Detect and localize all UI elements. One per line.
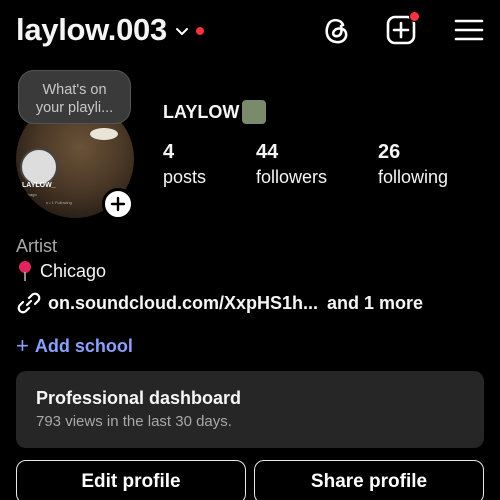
share-profile-button[interactable]: Share profile [254,460,484,500]
dashboard-subtitle: 793 views in the last 30 days. [36,413,232,430]
plus-icon: + [16,333,29,358]
note-text-line1: What's on [42,82,107,98]
account-switcher[interactable]: laylow.003 [16,12,204,48]
pin-icon [19,261,31,281]
add-school-button[interactable]: + Add school [16,333,133,359]
bio-link-text: on.soundcloud.com/XxpHS1h... [48,292,319,313]
stat-followers-count: 44 [256,141,279,163]
bio-link[interactable]: on.soundcloud.com/XxpHS1h... and 1 more [16,290,423,316]
avatar-inner-location: Chicago [22,192,37,197]
username: laylow.003 [16,12,167,47]
plus-icon [110,196,126,212]
bio-location: Chicago [16,260,106,282]
chevron-down-icon [175,28,188,35]
stat-following[interactable]: 26 following [378,141,448,188]
stat-following-count: 26 [378,141,401,163]
display-name: LAYLOW [163,100,267,124]
add-school-label: Add school [34,335,133,356]
menu-icon[interactable] [452,13,486,47]
create-notification-dot [409,11,420,22]
avatar-inner-following: s • 1 Following [46,200,72,205]
stat-posts[interactable]: 4 posts [163,141,206,188]
avatar-inner-image [20,148,58,186]
bio-location-text: Chicago [40,260,107,281]
profile-header: laylow.003 [0,0,500,64]
stat-posts-label: posts [163,167,207,187]
dashboard-title: Professional dashboard [36,388,242,408]
character-emoji-icon [242,100,267,124]
avatar-inner-name: LAYLOW_ [22,182,56,189]
display-name-text: LAYLOW [163,101,240,122]
stat-followers[interactable]: 44 followers [256,141,327,188]
stat-posts-count: 4 [163,141,175,163]
profile-category: Artist [16,236,58,256]
edit-profile-button[interactable]: Edit profile [16,460,246,500]
note-text-line2: your playli... [35,100,114,116]
notification-dot [195,27,204,35]
add-story-button[interactable] [102,188,134,220]
stat-following-label: following [378,167,449,187]
stat-followers-label: followers [256,167,328,187]
professional-dashboard-card[interactable]: Professional dashboard 793 views in the … [16,371,484,448]
link-icon [17,292,41,314]
bio-link-more: and 1 more [327,292,424,313]
threads-icon[interactable] [320,13,354,47]
note-bubble[interactable]: What's on your playli... [18,70,131,124]
create-icon[interactable] [384,11,420,47]
avatar-detail [90,128,118,140]
